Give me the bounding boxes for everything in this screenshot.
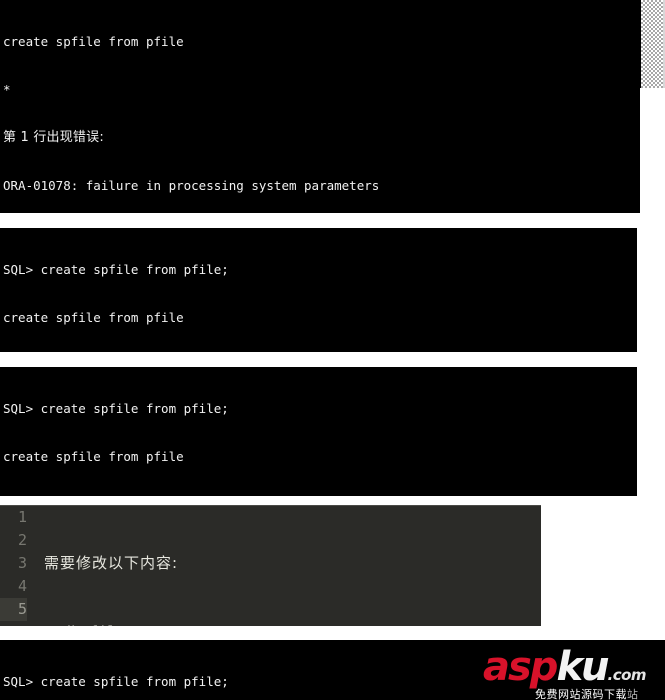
editor-line-number-gutter: 1 2 3 4 5 — [0, 506, 34, 626]
screenshot-root: create spfile from pfile * 第 1 行出现错误: OR… — [0, 0, 665, 700]
watermark-tld: .com — [607, 666, 647, 684]
terminal-line: ORA-01078: failure in processing system … — [3, 178, 380, 193]
watermark-brand: aspku.com — [483, 644, 647, 690]
watermark-brand-part-a: asp — [483, 644, 558, 690]
line-number: 4 — [17, 577, 27, 595]
scrollbar-trough[interactable] — [640, 0, 665, 88]
code-line: 需要修改以下内容: — [44, 554, 179, 572]
terminal-line: create spfile from pfile — [3, 34, 184, 49]
editor-code-area[interactable]: 需要修改以下内容: # db_files = 80 # text_enable … — [34, 506, 541, 626]
line-number: 2 — [17, 531, 27, 549]
watermark-logo: aspku.com 免费网站源码下载站 — [483, 644, 647, 700]
terminal-line: SQL> create spfile from pfile; — [3, 262, 229, 277]
code-line: # db_files = 80 — [44, 621, 541, 626]
terminal-line: * — [3, 82, 11, 97]
terminal-line: 第 1 行出现错误: — [3, 130, 104, 145]
terminal-output-block-2[interactable]: SQL> create spfile from pfile; create sp… — [0, 228, 637, 352]
watermark-subtitle-tail: 站 — [627, 688, 639, 700]
watermark-brand-part-b: ku — [556, 644, 609, 690]
watermark-subtitle: 免费网站源码下载站 — [535, 689, 646, 700]
terminal-line: SQL> create spfile from pfile; — [3, 401, 229, 416]
terminal-output-block-1[interactable]: create spfile from pfile * 第 1 行出现错误: OR… — [0, 0, 640, 213]
line-number: 3 — [17, 554, 27, 572]
terminal-output-block-3[interactable]: SQL> create spfile from pfile; create sp… — [0, 367, 637, 496]
line-number-active: 5 — [0, 598, 27, 621]
terminal-line: create spfile from pfile — [3, 449, 184, 464]
terminal-line: create spfile from pfile — [3, 310, 184, 325]
watermark-subtitle-text: 免费网站源码下载 — [535, 688, 627, 700]
line-number: 1 — [17, 508, 27, 526]
code-editor-panel[interactable]: 1 2 3 4 5 需要修改以下内容: # db_files = 80 # te… — [0, 505, 541, 626]
